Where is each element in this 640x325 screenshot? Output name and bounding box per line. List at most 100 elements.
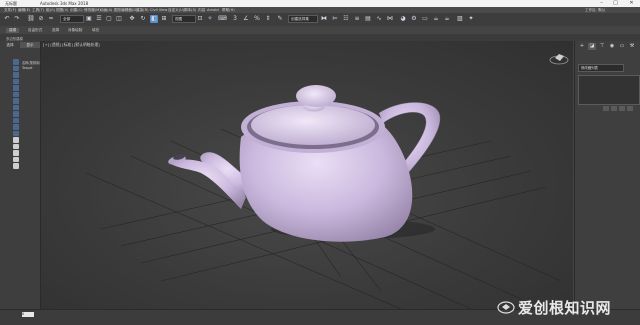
filter-icon[interactable] [13, 156, 19, 162]
snap-3d-icon[interactable]: 3 [231, 15, 239, 23]
undo-icon[interactable]: ↶ [3, 15, 11, 23]
modify-icon[interactable]: ◪ [588, 43, 596, 50]
tab-object-paint[interactable]: 对象绘制 [68, 28, 82, 33]
move-icon[interactable]: ✥ [128, 15, 136, 23]
scale-icon[interactable]: ◧ [150, 15, 158, 23]
menu-file[interactable]: 文件(F) [4, 8, 16, 13]
menu-customize[interactable]: 自定义(U) [168, 8, 184, 13]
tab-populate[interactable]: 填充 [92, 28, 99, 33]
create-icon[interactable]: + [578, 43, 586, 50]
menu-modifiers[interactable]: 修改器(M) [84, 8, 101, 13]
redo-icon[interactable]: ↷ [13, 15, 21, 23]
menu-content[interactable]: 内容 [198, 8, 205, 13]
frame-field[interactable]: 0 [22, 312, 34, 317]
maximize-button[interactable]: □ [610, 0, 621, 7]
display-bones-icon[interactable] [13, 111, 19, 117]
menu-group[interactable]: 组(G) [46, 8, 55, 13]
menu-tools[interactable]: 工具(T) [32, 8, 44, 13]
remove-modifier-button[interactable] [627, 106, 633, 111]
menu-civil-view[interactable]: Civil View [150, 8, 167, 12]
select-manipulate-icon[interactable]: ✧ [206, 15, 214, 23]
spinner-snap-icon[interactable]: ⇕ [264, 15, 272, 23]
angle-snap-icon[interactable]: ∠ [242, 15, 250, 23]
menu-scripting[interactable]: 脚本(S) [184, 8, 196, 13]
select-icon[interactable]: ▣ [85, 15, 93, 23]
display-containers-icon[interactable] [13, 117, 19, 123]
menu-graph-editors[interactable]: 图形编辑器(D) [114, 8, 138, 13]
render-iterative-icon[interactable]: ☕ [443, 15, 451, 23]
menu-view[interactable]: 视图(V) [56, 8, 68, 13]
snap-toggle-icon[interactable]: ✦ [467, 15, 475, 23]
hierarchy-icon[interactable]: ⊤ [598, 43, 606, 50]
tab-selection[interactable]: 选择 [52, 28, 59, 33]
pivot-icon[interactable]: ⊡ [196, 15, 204, 23]
ribbon-icon[interactable]: ▤ [364, 15, 372, 23]
modifier-stack[interactable] [578, 75, 640, 105]
modifier-list-dropdown[interactable]: 修改器列表 [578, 64, 624, 72]
align-icon[interactable]: ⊨ [331, 15, 339, 23]
display-lights-icon[interactable] [13, 72, 19, 78]
display-groups-icon[interactable] [13, 98, 19, 104]
scene-explorer-panel: 选择 显示 名称(按排序) Teapot [0, 41, 41, 313]
display-all-icon[interactable] [13, 137, 19, 143]
minimize-button[interactable]: – [596, 0, 607, 7]
menu-create[interactable]: 创建(C) [70, 8, 83, 13]
scene-explorer-icon[interactable]: ☷ [342, 15, 350, 23]
tab-select[interactable]: 选择 [0, 42, 20, 48]
find-icon[interactable] [13, 163, 19, 169]
percent-snap-icon[interactable]: % [253, 15, 261, 23]
rect-select-icon[interactable]: ▢ [105, 15, 113, 23]
display-hidden-icon[interactable] [13, 130, 19, 136]
menu-rendering[interactable]: 渲染(R) [136, 8, 149, 13]
utilities-icon[interactable]: ⚒ [628, 43, 636, 50]
display-geometry-icon[interactable] [13, 59, 19, 65]
selection-filter-dropdown[interactable]: 全部 [60, 15, 84, 23]
tab-display[interactable]: 显示 [20, 42, 40, 48]
layer-icon[interactable]: ≡ [353, 15, 361, 23]
viewport-canvas[interactable] [41, 41, 573, 309]
bind-spacewarp-icon[interactable]: ≈ [47, 15, 55, 23]
window-crossing-icon[interactable]: ◫ [115, 15, 123, 23]
display-spacewarps-icon[interactable] [13, 91, 19, 97]
make-unique-button[interactable] [619, 106, 625, 111]
display-invert-icon[interactable] [13, 150, 19, 156]
display-cameras-icon[interactable] [13, 78, 19, 84]
display-icon[interactable]: ▭ [618, 43, 626, 50]
material-editor-icon[interactable]: ◕ [399, 15, 407, 23]
workspace-selector[interactable]: 工作区: 默认 [585, 8, 605, 13]
keyboard-shortcut-icon[interactable]: ⌨ [218, 15, 227, 23]
display-frozen-icon[interactable] [13, 124, 19, 130]
rotate-icon[interactable]: ↻ [139, 15, 147, 23]
named-selection-dropdown[interactable]: 创建选择集 [288, 15, 318, 23]
curve-editor-icon[interactable]: ∿ [375, 15, 383, 23]
render-icon[interactable]: ☕ [432, 15, 440, 23]
command-panel: + ◪ ⊤ ◉ ▭ ⚒ 修改器列表 [574, 41, 640, 313]
show-end-result-button[interactable] [611, 106, 617, 111]
link-icon[interactable]: ⛓ [27, 15, 35, 23]
menu-arnold[interactable]: Arnold [207, 8, 219, 12]
tab-freeform[interactable]: 自由形式 [28, 28, 42, 33]
tab-modeling[interactable]: 建模 [6, 27, 20, 33]
select-manipulate-icon[interactable]: ⊞ [160, 15, 168, 23]
perspective-viewport[interactable]: [+] [透视] [标准] [默认明暗处理] [41, 41, 573, 309]
menu-animation[interactable]: 动画(A) [100, 8, 112, 13]
render-setup-icon[interactable]: ⚙ [410, 15, 418, 23]
render-frame-icon[interactable]: ▭ [421, 15, 429, 23]
reference-coordinate-dropdown[interactable]: 视图 [172, 15, 196, 23]
edit-named-selection-icon[interactable]: ✎ [276, 15, 284, 23]
display-none-icon[interactable] [13, 143, 19, 149]
schematic-icon[interactable]: ⋈ [386, 15, 394, 23]
menu-edit[interactable]: 编辑(E) [18, 8, 30, 13]
close-button[interactable]: ✕ [626, 0, 637, 7]
display-shapes-icon[interactable] [13, 65, 19, 71]
object-list-item[interactable]: Teapot [22, 66, 33, 70]
menu-help[interactable]: 帮助(H) [222, 8, 235, 13]
material-browser-icon[interactable]: ▨ [456, 15, 464, 23]
pin-stack-button[interactable] [603, 106, 609, 111]
select-by-name-icon[interactable]: ☰ [95, 15, 103, 23]
mirror-icon[interactable]: ⧓ [320, 15, 328, 23]
motion-icon[interactable]: ◉ [608, 43, 616, 50]
display-helpers-icon[interactable] [13, 85, 19, 91]
display-xrefs-icon[interactable] [13, 104, 19, 110]
unlink-icon[interactable]: ⊘ [37, 15, 45, 23]
